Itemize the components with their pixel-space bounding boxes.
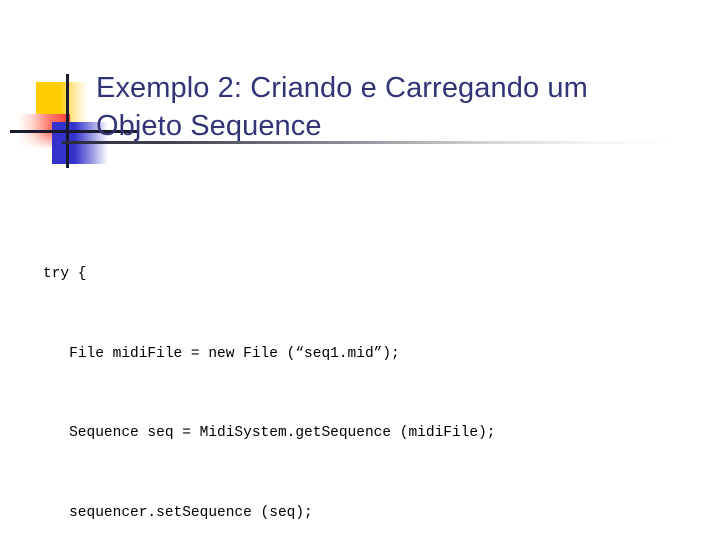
code-block: try { File midiFile = new File (“seq1.mi… <box>43 208 683 540</box>
slide-title-line-2: Objeto Sequence <box>96 110 322 143</box>
code-line: Sequence seq = MidiSystem.getSequence (m… <box>43 425 496 441</box>
slide-title-line-1: Exemplo 2: Criando e Carregando um <box>96 72 588 105</box>
code-line: File midiFile = new File (“seq1.mid”); <box>43 345 400 362</box>
title-divider <box>62 141 676 144</box>
code-line: try { <box>43 266 87 282</box>
code-line: sequencer.setSequence (seq); <box>43 504 313 521</box>
slide-title: Exemplo 2: Criando e Carregando um Objet… <box>96 69 656 145</box>
presentation-slide: Exemplo 2: Criando e Carregando um Objet… <box>0 0 720 540</box>
vertical-rule-icon <box>66 74 69 168</box>
